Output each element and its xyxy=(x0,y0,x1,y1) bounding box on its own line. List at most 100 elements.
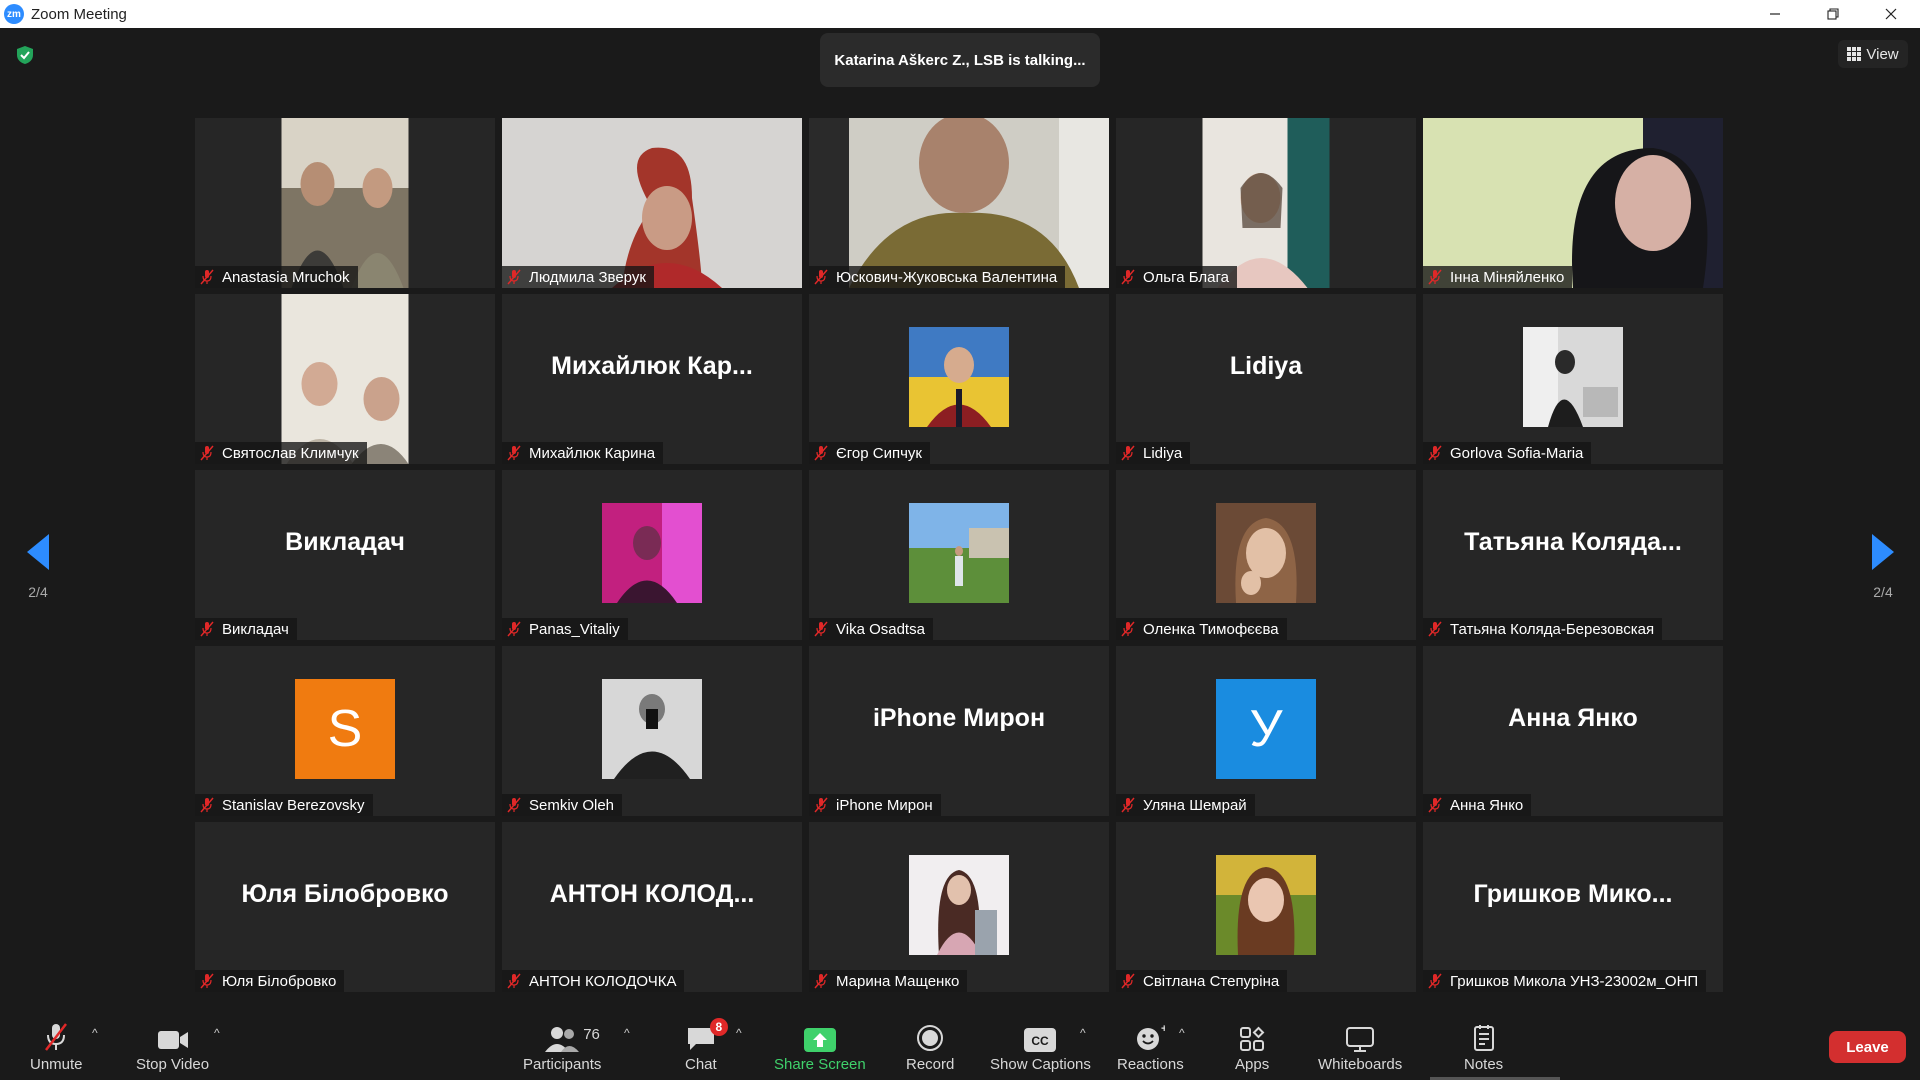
video-tile[interactable]: S Stanislav Berezovsky xyxy=(195,646,495,816)
reactions-button[interactable]: + Reactions xyxy=(1117,1022,1184,1073)
video-tile[interactable]: Оленка Тимофєєва xyxy=(1116,470,1416,640)
muted-mic-icon xyxy=(507,973,521,989)
show-captions-button[interactable]: CC Show Captions xyxy=(990,1022,1091,1073)
participant-name: Світлана Степуріна xyxy=(1143,972,1280,990)
captions-options-caret-icon[interactable]: ^ xyxy=(1080,1026,1086,1040)
video-tile[interactable]: Михайлюк Кар... Михайлюк Карина xyxy=(502,294,802,464)
muted-mic-icon xyxy=(507,269,521,285)
apps-label: Apps xyxy=(1235,1056,1270,1073)
video-tile[interactable]: Святослав Климчук xyxy=(195,294,495,464)
participant-name: Святослав Климчук xyxy=(222,444,359,462)
window-controls xyxy=(1746,0,1920,28)
chat-button[interactable]: 8 Chat xyxy=(685,1018,728,1073)
participant-label: Vika Osadtsa xyxy=(809,618,933,640)
video-tile[interactable]: У Уляна Шемрай xyxy=(1116,646,1416,816)
captions-cc-icon: CC xyxy=(1024,1028,1057,1052)
minimize-button[interactable] xyxy=(1746,0,1804,28)
notes-button[interactable]: Notes xyxy=(1464,1022,1503,1073)
video-tile[interactable]: Anastasia Mruchok xyxy=(195,118,495,288)
participants-label: Participants xyxy=(523,1056,602,1073)
minimize-icon xyxy=(1770,13,1780,15)
profile-picture xyxy=(1523,327,1623,427)
notes-icon xyxy=(1473,1025,1494,1051)
arrow-left-icon xyxy=(27,534,49,570)
video-tile[interactable]: Марина Мащенко xyxy=(809,822,1109,992)
muted-mic-icon xyxy=(814,269,828,285)
participant-name: АНТОН КОЛОДОЧКА xyxy=(529,972,677,990)
video-feed xyxy=(281,294,409,464)
video-tile[interactable]: Людмила Зверук xyxy=(502,118,802,288)
participant-name: Panas_Vitaliy xyxy=(529,620,620,638)
participant-label: Святослав Климчук xyxy=(195,442,367,464)
video-tile[interactable]: Анна Янко Анна Янко xyxy=(1423,646,1723,816)
video-tile[interactable]: АНТОН КОЛОД... АНТОН КОЛОДОЧКА xyxy=(502,822,802,992)
participant-label: Anastasia Mruchok xyxy=(195,266,358,288)
participant-label: Світлана Степуріна xyxy=(1116,970,1288,992)
muted-mic-icon xyxy=(1428,445,1442,461)
participant-name: Lidiya xyxy=(1143,444,1183,462)
muted-mic-icon xyxy=(1428,621,1442,637)
audio-options-caret-icon[interactable]: ^ xyxy=(92,1026,98,1040)
video-tile[interactable]: Vika Osadtsa xyxy=(809,470,1109,640)
participant-name: Гришков Микола УНЗ-23002м_ОНП xyxy=(1450,972,1699,990)
chat-options-caret-icon[interactable]: ^ xyxy=(736,1026,742,1040)
video-tile[interactable]: Gorlova Sofia-Maria xyxy=(1423,294,1723,464)
video-tile[interactable]: Ольга Блага xyxy=(1116,118,1416,288)
participant-label: Інна Міняйленко xyxy=(1423,266,1573,288)
next-page-button[interactable]: 2/4 xyxy=(1863,534,1903,600)
video-tile[interactable]: Panas_Vitaliy xyxy=(502,470,802,640)
muted-mic-icon xyxy=(1121,269,1135,285)
security-shield-icon[interactable] xyxy=(14,44,36,66)
participant-name: Vika Osadtsa xyxy=(836,620,925,638)
profile-picture xyxy=(909,327,1009,427)
reactions-options-caret-icon[interactable]: ^ xyxy=(1179,1026,1185,1040)
apps-button[interactable]: Apps xyxy=(1235,1022,1269,1073)
video-tile[interactable]: Інна Міняйленко xyxy=(1423,118,1723,288)
muted-mic-icon xyxy=(1121,797,1135,813)
video-feed xyxy=(1423,118,1723,288)
participant-label: Гришков Микола УНЗ-23002м_ОНП xyxy=(1423,970,1707,992)
participant-display-name: Викладач xyxy=(285,528,405,556)
participant-label: Юскович-Жуковська Валентина xyxy=(809,266,1066,288)
muted-mic-icon xyxy=(1121,973,1135,989)
restore-button[interactable] xyxy=(1804,0,1862,28)
muted-mic-icon xyxy=(507,797,521,813)
profile-picture xyxy=(1216,855,1316,955)
muted-mic-icon xyxy=(1428,269,1442,285)
zoom-logo-icon: zm xyxy=(4,4,24,24)
video-tile[interactable]: Lidiya Lidiya xyxy=(1116,294,1416,464)
view-button[interactable]: View xyxy=(1838,40,1908,68)
page-indicator: 2/4 xyxy=(28,584,48,600)
video-tile[interactable]: Юскович-Жуковська Валентина xyxy=(809,118,1109,288)
participants-options-caret-icon[interactable]: ^ xyxy=(624,1026,630,1040)
participants-button[interactable]: 76 Participants xyxy=(523,1022,601,1073)
close-button[interactable] xyxy=(1862,0,1920,28)
video-tile[interactable]: Татьяна Коляда... Татьяна Коляда-Березов… xyxy=(1423,470,1723,640)
whiteboards-button[interactable]: Whiteboards xyxy=(1318,1022,1402,1073)
video-tile[interactable]: Викладач Викладач xyxy=(195,470,495,640)
participants-icon xyxy=(545,1027,580,1052)
video-options-caret-icon[interactable]: ^ xyxy=(214,1026,220,1040)
unmute-button[interactable]: Unmute xyxy=(30,1022,83,1073)
video-tile[interactable]: Гришков Мико... Гришков Микола УНЗ-23002… xyxy=(1423,822,1723,992)
stop-video-button[interactable]: Stop Video xyxy=(136,1022,209,1073)
participant-name: Ольга Блага xyxy=(1143,268,1229,286)
video-tile[interactable]: Єгор Сипчук xyxy=(809,294,1109,464)
participant-display-name: Юля Білобровко xyxy=(241,880,449,908)
participant-label: Михайлюк Карина xyxy=(502,442,664,464)
video-tile[interactable]: Semkiv Oleh xyxy=(502,646,802,816)
record-button[interactable]: Record xyxy=(906,1022,954,1073)
video-tile[interactable]: Юля Білобровко Юля Білобровко xyxy=(195,822,495,992)
leave-button[interactable]: Leave xyxy=(1829,1031,1906,1063)
video-tile[interactable]: Світлана Степуріна xyxy=(1116,822,1416,992)
video-feed xyxy=(281,118,409,288)
share-screen-button[interactable]: Share Screen xyxy=(774,1022,866,1073)
video-gallery: Anastasia Mruchok Людмила Зверук Юскович… xyxy=(195,118,1723,992)
participant-label: Уляна Шемрай xyxy=(1116,794,1255,816)
show-captions-label: Show Captions xyxy=(990,1056,1091,1073)
previous-page-button[interactable]: 2/4 xyxy=(18,534,58,600)
participant-name: Татьяна Коляда-Березовская xyxy=(1450,620,1655,638)
video-tile[interactable]: iPhone Мирон iPhone Мирон xyxy=(809,646,1109,816)
muted-mic-icon xyxy=(200,445,214,461)
active-speaker-banner: Katarina Aškerc Z., LSB is talking... xyxy=(820,33,1100,87)
